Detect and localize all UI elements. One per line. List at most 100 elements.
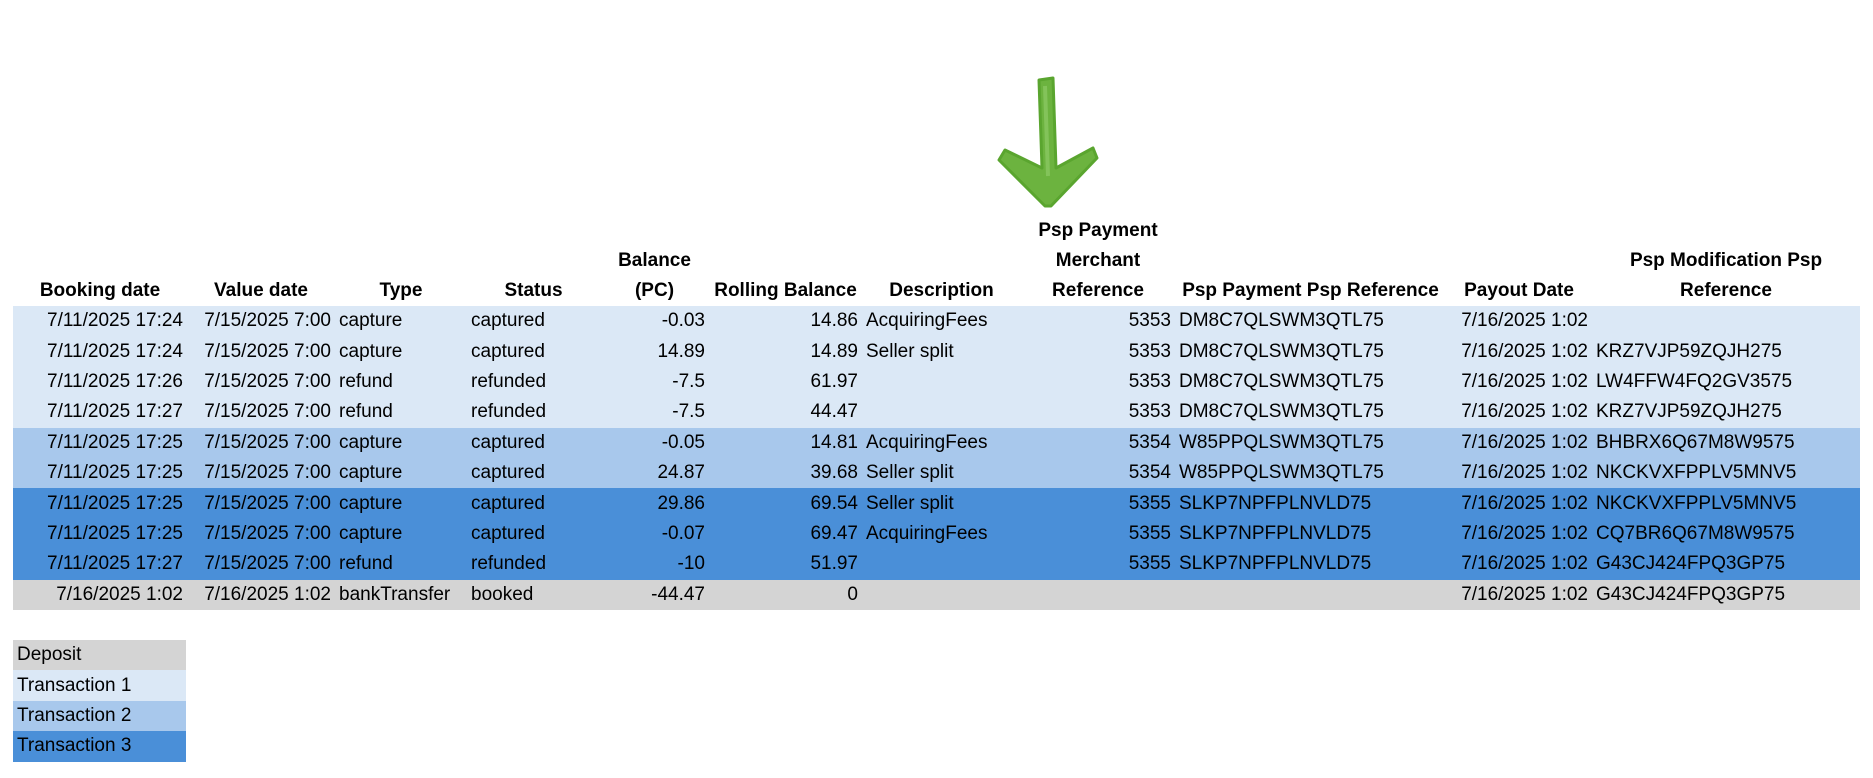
table-row: 7/11/2025 17:27 7/15/2025 7:00 refund refun…: [13, 397, 1860, 428]
cell-modification-reference: G43CJ424FPQ3GP75: [1592, 579, 1860, 610]
cell-balance-pc: -7.5: [600, 397, 709, 428]
cell-psp-reference: DM8C7QLSWM3QTL75: [1175, 306, 1446, 337]
cell-merchant-reference: 5353: [1021, 306, 1175, 337]
cell-modification-reference: NKCKVXFPPLV5MNV5: [1592, 488, 1860, 519]
table-body: 7/11/2025 17:24 7/15/2025 7:00 capture capt…: [13, 306, 1860, 610]
cell-booking-date: 7/11/2025 17:25: [13, 427, 187, 458]
cell-rolling-balance: 69.54: [709, 488, 862, 519]
cell-value-date: 7/15/2025 7:00: [187, 457, 335, 489]
header-payout-date: Payout Date: [1464, 280, 1574, 301]
cell-booking-date: 7/11/2025 17:25: [13, 457, 187, 489]
cell-rolling-balance: 14.89: [709, 336, 862, 367]
cell-psp-reference: W85PPQLSWM3QTL75: [1175, 427, 1446, 458]
cell-modification-reference: NKCKVXFPPLV5MNV5: [1592, 457, 1860, 489]
cell-booking-date: 7/11/2025 17:24: [13, 336, 187, 367]
cell-balance-pc: -10: [600, 549, 709, 580]
cell-balance-pc: -0.05: [600, 427, 709, 458]
cell-rolling-balance: 14.86: [709, 306, 862, 337]
cell-rolling-balance: 39.68: [709, 457, 862, 489]
cell-status: captured: [467, 518, 600, 550]
cell-modification-reference: BHBRX6Q67M8W9575: [1592, 427, 1860, 458]
cell-status: captured: [467, 336, 600, 367]
cell-type: bankTransfer: [335, 579, 467, 610]
cell-rolling-balance: 69.47: [709, 518, 862, 550]
cell-merchant-reference: 5354: [1021, 427, 1175, 458]
legend-item-deposit: Deposit: [13, 640, 186, 671]
table-row: 7/11/2025 17:24 7/15/2025 7:00 capture capt…: [13, 306, 1860, 337]
header-booking-date: Booking date: [39, 280, 161, 301]
cell-type: capture: [335, 518, 467, 550]
cell-type: refund: [335, 366, 467, 398]
cell-payout-date: 7/16/2025 1:02: [1446, 397, 1592, 428]
cell-psp-reference: [1175, 579, 1446, 610]
cell-value-date: 7/15/2025 7:00: [187, 397, 335, 428]
cell-psp-reference: DM8C7QLSWM3QTL75: [1175, 366, 1446, 398]
legend-item-transaction-2: Transaction 2: [13, 700, 186, 732]
header-row: Booking date Value date Type Status Bala…: [13, 216, 1860, 306]
cell-merchant-reference: 5354: [1021, 457, 1175, 489]
legend-item-transaction-1: Transaction 1: [13, 670, 186, 701]
cell-booking-date: 7/11/2025 17:25: [13, 488, 187, 519]
cell-booking-date: 7/11/2025 17:27: [13, 397, 187, 428]
cell-description: AcquiringFees: [862, 427, 1021, 458]
table-row: 7/11/2025 17:25 7/15/2025 7:00 capture capt…: [13, 518, 1860, 550]
cell-description: [862, 397, 1021, 428]
header-status: Status: [504, 280, 563, 301]
cell-payout-date: 7/16/2025 1:02: [1446, 366, 1592, 398]
header-psp-payment-merchant-reference: Psp Payment Merchant Reference: [1038, 220, 1158, 301]
cell-rolling-balance: 14.81: [709, 427, 862, 458]
cell-modification-reference: G43CJ424FPQ3GP75: [1592, 549, 1860, 580]
table-row: 7/11/2025 17:27 7/15/2025 7:00 refund refun…: [13, 549, 1860, 580]
header-description: Description: [889, 280, 994, 301]
cell-modification-reference: KRZ7VJP59ZQJH275: [1592, 336, 1860, 367]
cell-description: AcquiringFees: [862, 306, 1021, 337]
header-balance-pc: Balance (PC): [618, 250, 691, 301]
cell-psp-reference: SLKP7NPFPLNVLD75: [1175, 488, 1446, 519]
cell-payout-date: 7/16/2025 1:02: [1446, 488, 1592, 519]
cell-rolling-balance: 0: [709, 579, 862, 610]
cell-balance-pc: -0.07: [600, 518, 709, 550]
cell-psp-reference: SLKP7NPFPLNVLD75: [1175, 518, 1446, 550]
cell-status: captured: [467, 306, 600, 337]
cell-description: [862, 549, 1021, 580]
cell-description: Seller split: [862, 488, 1021, 519]
cell-booking-date: 7/11/2025 17:25: [13, 518, 187, 550]
table-row: 7/11/2025 17:25 7/15/2025 7:00 capture capt…: [13, 488, 1860, 519]
cell-description: [862, 579, 1021, 610]
cell-type: capture: [335, 457, 467, 489]
cell-value-date: 7/15/2025 7:00: [187, 336, 335, 367]
cell-psp-reference: SLKP7NPFPLNVLD75: [1175, 549, 1446, 580]
cell-payout-date: 7/16/2025 1:02: [1446, 518, 1592, 550]
cell-payout-date: 7/16/2025 1:02: [1446, 336, 1592, 367]
cell-description: Seller split: [862, 457, 1021, 489]
cell-payout-date: 7/16/2025 1:02: [1446, 427, 1592, 458]
cell-payout-date: 7/16/2025 1:02: [1446, 579, 1592, 610]
cell-status: refunded: [467, 549, 600, 580]
cell-booking-date: 7/16/2025 1:02: [13, 579, 187, 610]
table-row: 7/11/2025 17:24 7/15/2025 7:00 capture capt…: [13, 336, 1860, 367]
cell-booking-date: 7/11/2025 17:27: [13, 549, 187, 580]
cell-payout-date: 7/16/2025 1:02: [1446, 549, 1592, 580]
cell-balance-pc: -0.03: [600, 306, 709, 337]
legend-label: Transaction 1: [13, 670, 186, 701]
cell-modification-reference: CQ7BR6Q67M8W9575: [1592, 518, 1860, 550]
cell-modification-reference: LW4FFW4FQ2GV3575: [1592, 366, 1860, 398]
cell-rolling-balance: 51.97: [709, 549, 862, 580]
cell-payout-date: 7/16/2025 1:02: [1446, 457, 1592, 489]
cell-type: capture: [335, 306, 467, 337]
cell-rolling-balance: 44.47: [709, 397, 862, 428]
cell-booking-date: 7/11/2025 17:26: [13, 366, 187, 398]
legend-label: Transaction 3: [13, 731, 186, 762]
cell-merchant-reference: 5355: [1021, 488, 1175, 519]
header-psp-payment-psp-reference: Psp Payment Psp Reference: [1182, 280, 1439, 301]
cell-description: Seller split: [862, 336, 1021, 367]
cell-balance-pc: 24.87: [600, 457, 709, 489]
cell-payout-date: 7/16/2025 1:02: [1446, 306, 1592, 337]
cell-merchant-reference: 5355: [1021, 549, 1175, 580]
cell-merchant-reference: 5355: [1021, 518, 1175, 550]
cell-merchant-reference: 5353: [1021, 366, 1175, 398]
header-rolling-balance: Rolling Balance: [714, 280, 857, 301]
cell-psp-reference: W85PPQLSWM3QTL75: [1175, 457, 1446, 489]
cell-type: refund: [335, 397, 467, 428]
cell-psp-reference: DM8C7QLSWM3QTL75: [1175, 336, 1446, 367]
